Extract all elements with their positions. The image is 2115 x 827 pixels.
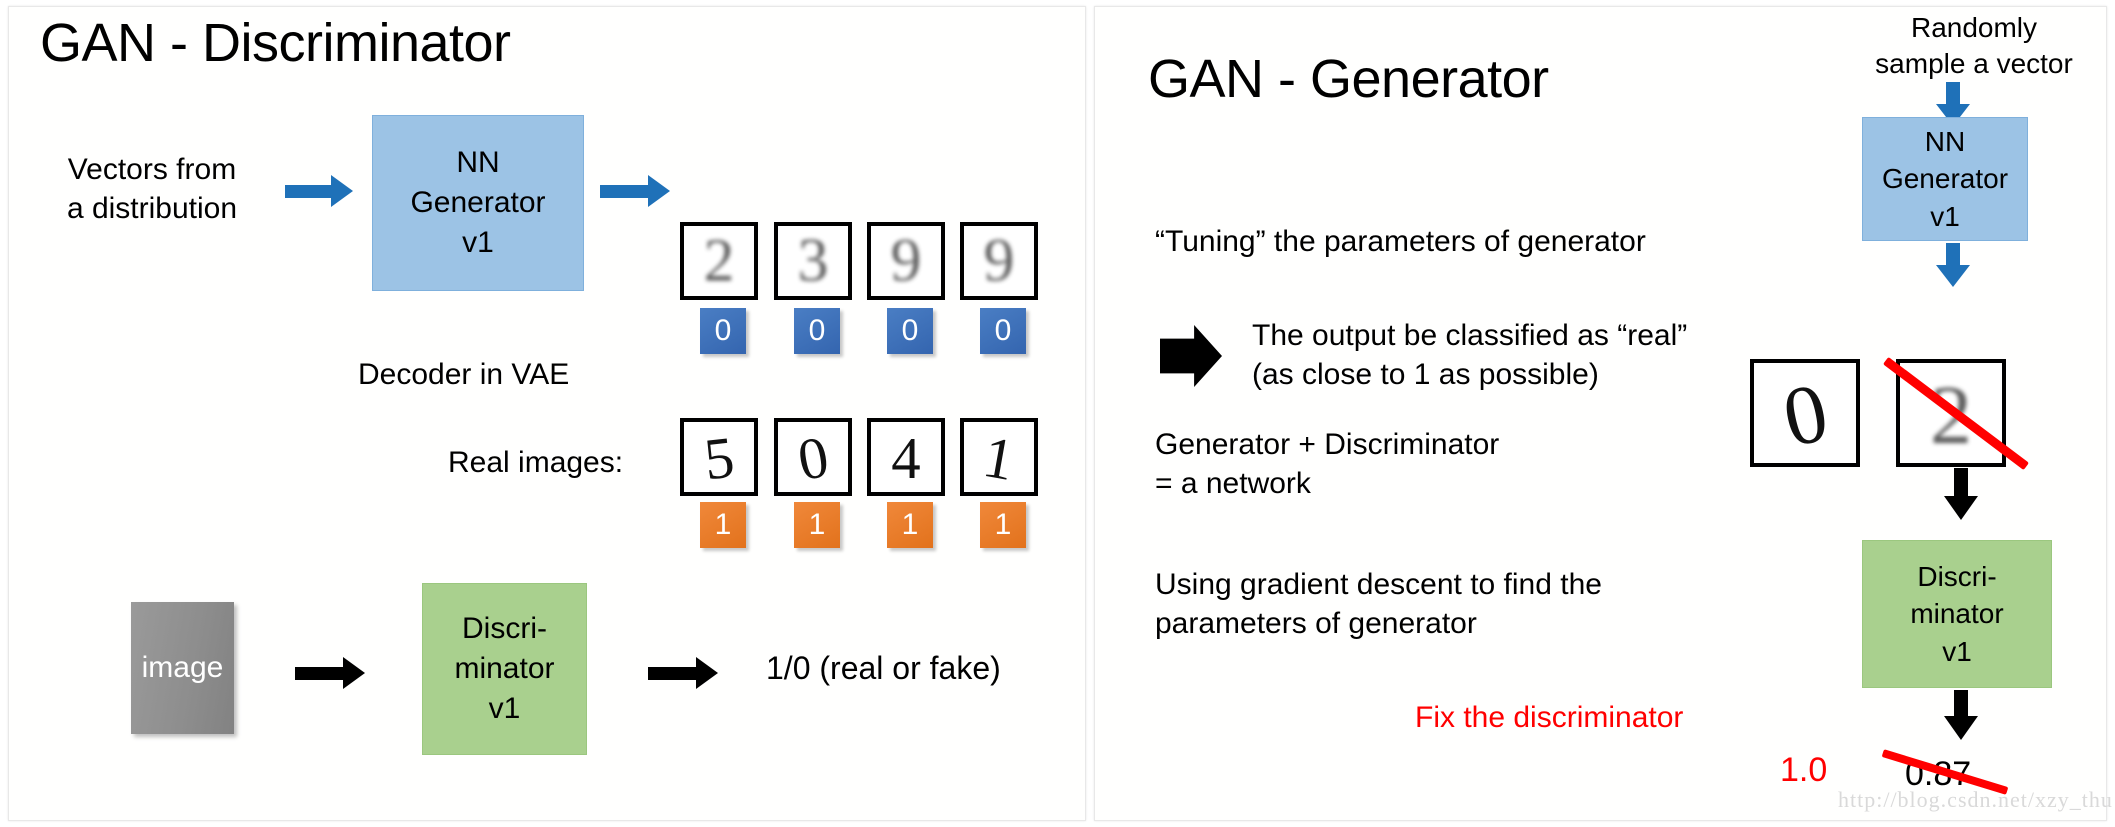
slide-canvas: GAN - Discriminator Vectors from a distr… xyxy=(0,0,2115,827)
image-block: image xyxy=(131,602,234,734)
target-digit-tile: 0 xyxy=(1750,359,1860,467)
digit-glyph-9b: 9 xyxy=(984,227,1015,295)
right-panel-title: GAN - Generator xyxy=(1148,49,1549,109)
real-digit-tile-2: 0 xyxy=(774,418,852,496)
nn-generator-right-line2: Generator xyxy=(1881,163,2009,195)
arrow-image-to-discriminator xyxy=(295,657,365,689)
nn-generator-right-line1: NN xyxy=(1924,125,1966,157)
generated-label-2: 0 xyxy=(794,308,840,354)
sample-caption-line2: sample a vector xyxy=(1875,48,2073,80)
real-digit-tile-1: 5 xyxy=(680,418,758,496)
fix-the-discriminator-note: Fix the discriminator xyxy=(1415,701,1684,734)
generated-digit-tile-4: 9 xyxy=(960,222,1038,300)
arrow-generator-to-output-image xyxy=(1936,243,1970,287)
vectors-input-line1: Vectors from xyxy=(67,153,237,186)
svg-text:4: 4 xyxy=(891,426,920,491)
arrow-vectors-to-generator xyxy=(285,175,353,207)
network-line-1: Generator + Discriminator xyxy=(1155,428,1500,461)
svg-text:9: 9 xyxy=(891,227,922,295)
tuning-parameters-text: “Tuning” the parameters of generator xyxy=(1155,225,1646,258)
discriminator-right-line2: minator xyxy=(1910,598,2004,630)
discriminator-left-line1: Discri- xyxy=(462,611,547,645)
network-line-2: = a network xyxy=(1155,467,1311,500)
real-digit-tile-4: 1 xyxy=(960,418,1038,496)
digit-glyph-9a: 9 xyxy=(891,227,922,295)
real-label-2: 1 xyxy=(794,502,840,548)
svg-text:0: 0 xyxy=(793,424,833,492)
left-panel-title: GAN - Discriminator xyxy=(40,13,511,73)
discriminator-right-line1: Discri- xyxy=(1917,560,1997,592)
svg-text:3: 3 xyxy=(798,227,829,295)
svg-text:5: 5 xyxy=(701,425,737,492)
generated-label-4: 0 xyxy=(980,308,1026,354)
generator-plus-discriminator-note: Generator + Discriminator = a network xyxy=(1155,425,1499,503)
generated-digit-tile-3: 9 xyxy=(867,222,945,300)
discriminator-left-line3: v1 xyxy=(488,692,521,726)
real-digit-tile-3: 4 xyxy=(867,418,945,496)
digit-glyph-1: 1 xyxy=(979,424,1019,492)
digit-glyph-3a: 3 xyxy=(798,227,829,295)
sample-caption-line1: Randomly xyxy=(1910,12,2038,43)
bullet-line-2: (as close to 1 as possible) xyxy=(1252,358,1599,391)
nn-generator-box-right: NN Generator v1 xyxy=(1862,117,2028,241)
real-images-caption: Real images: xyxy=(448,446,624,479)
bullet-line-1: The output be classified as “real” xyxy=(1252,319,1688,352)
digit-glyph-5: 5 xyxy=(701,425,737,492)
real-label-3: 1 xyxy=(887,502,933,548)
discriminator-box-left: Discri- minator v1 xyxy=(422,583,587,755)
generated-label-1: 0 xyxy=(700,308,746,354)
digit-glyph-4: 4 xyxy=(891,426,920,491)
decoder-in-vae-caption: Decoder in VAE xyxy=(358,358,570,391)
nn-generator-left-line2: Generator xyxy=(410,185,546,219)
arrow-generator-to-samples xyxy=(600,175,670,207)
svg-text:1: 1 xyxy=(979,424,1019,492)
svg-text:2: 2 xyxy=(704,227,735,295)
arrow-discriminator-to-score xyxy=(1944,690,1978,740)
vectors-input-label: Vectors from a distribution xyxy=(32,150,272,228)
digit-glyph-0-target: 0 xyxy=(1775,366,1835,463)
digit-glyph-0: 0 xyxy=(793,424,833,492)
svg-text:0: 0 xyxy=(1775,366,1835,463)
gradient-line-1: Using gradient descent to find the xyxy=(1155,568,1602,601)
discriminator-right-line3: v1 xyxy=(1942,635,1972,667)
digit-glyph-2a: 2 xyxy=(704,227,735,295)
nn-generator-left-line3: v1 xyxy=(462,226,494,260)
target-score-value: 1.0 xyxy=(1780,751,1828,789)
nn-generator-box-left: NN Generator v1 xyxy=(372,115,584,291)
arrow-discriminator-to-output xyxy=(648,657,718,689)
gradient-line-2: parameters of generator xyxy=(1155,607,1477,640)
nn-generator-right-line3: v1 xyxy=(1930,200,1960,232)
vectors-input-line2: a distribution xyxy=(66,192,238,225)
gradient-descent-note: Using gradient descent to find the param… xyxy=(1155,565,1602,643)
svg-text:9: 9 xyxy=(984,227,1015,295)
watermark-url: http://blog.csdn.net/xzy_thu xyxy=(1838,787,2113,812)
discriminator-left-line2: minator xyxy=(454,651,555,685)
bullet-output-classified: The output be classified as “real” (as c… xyxy=(1252,316,1687,394)
generated-label-3: 0 xyxy=(887,308,933,354)
randomly-sample-caption: Randomly sample a vector xyxy=(1858,10,2090,83)
discriminator-output-text: 1/0 (real or fake) xyxy=(766,650,1001,686)
generated-digit-tile-2: 3 xyxy=(774,222,852,300)
arrow-image-to-discriminator-right xyxy=(1944,468,1978,520)
discriminator-box-right: Discri- minator v1 xyxy=(1862,540,2052,688)
nn-generator-left-line1: NN xyxy=(456,145,500,179)
generated-digit-tile-1: 2 xyxy=(680,222,758,300)
real-label-1: 1 xyxy=(700,502,746,548)
real-label-4: 1 xyxy=(980,502,1026,548)
